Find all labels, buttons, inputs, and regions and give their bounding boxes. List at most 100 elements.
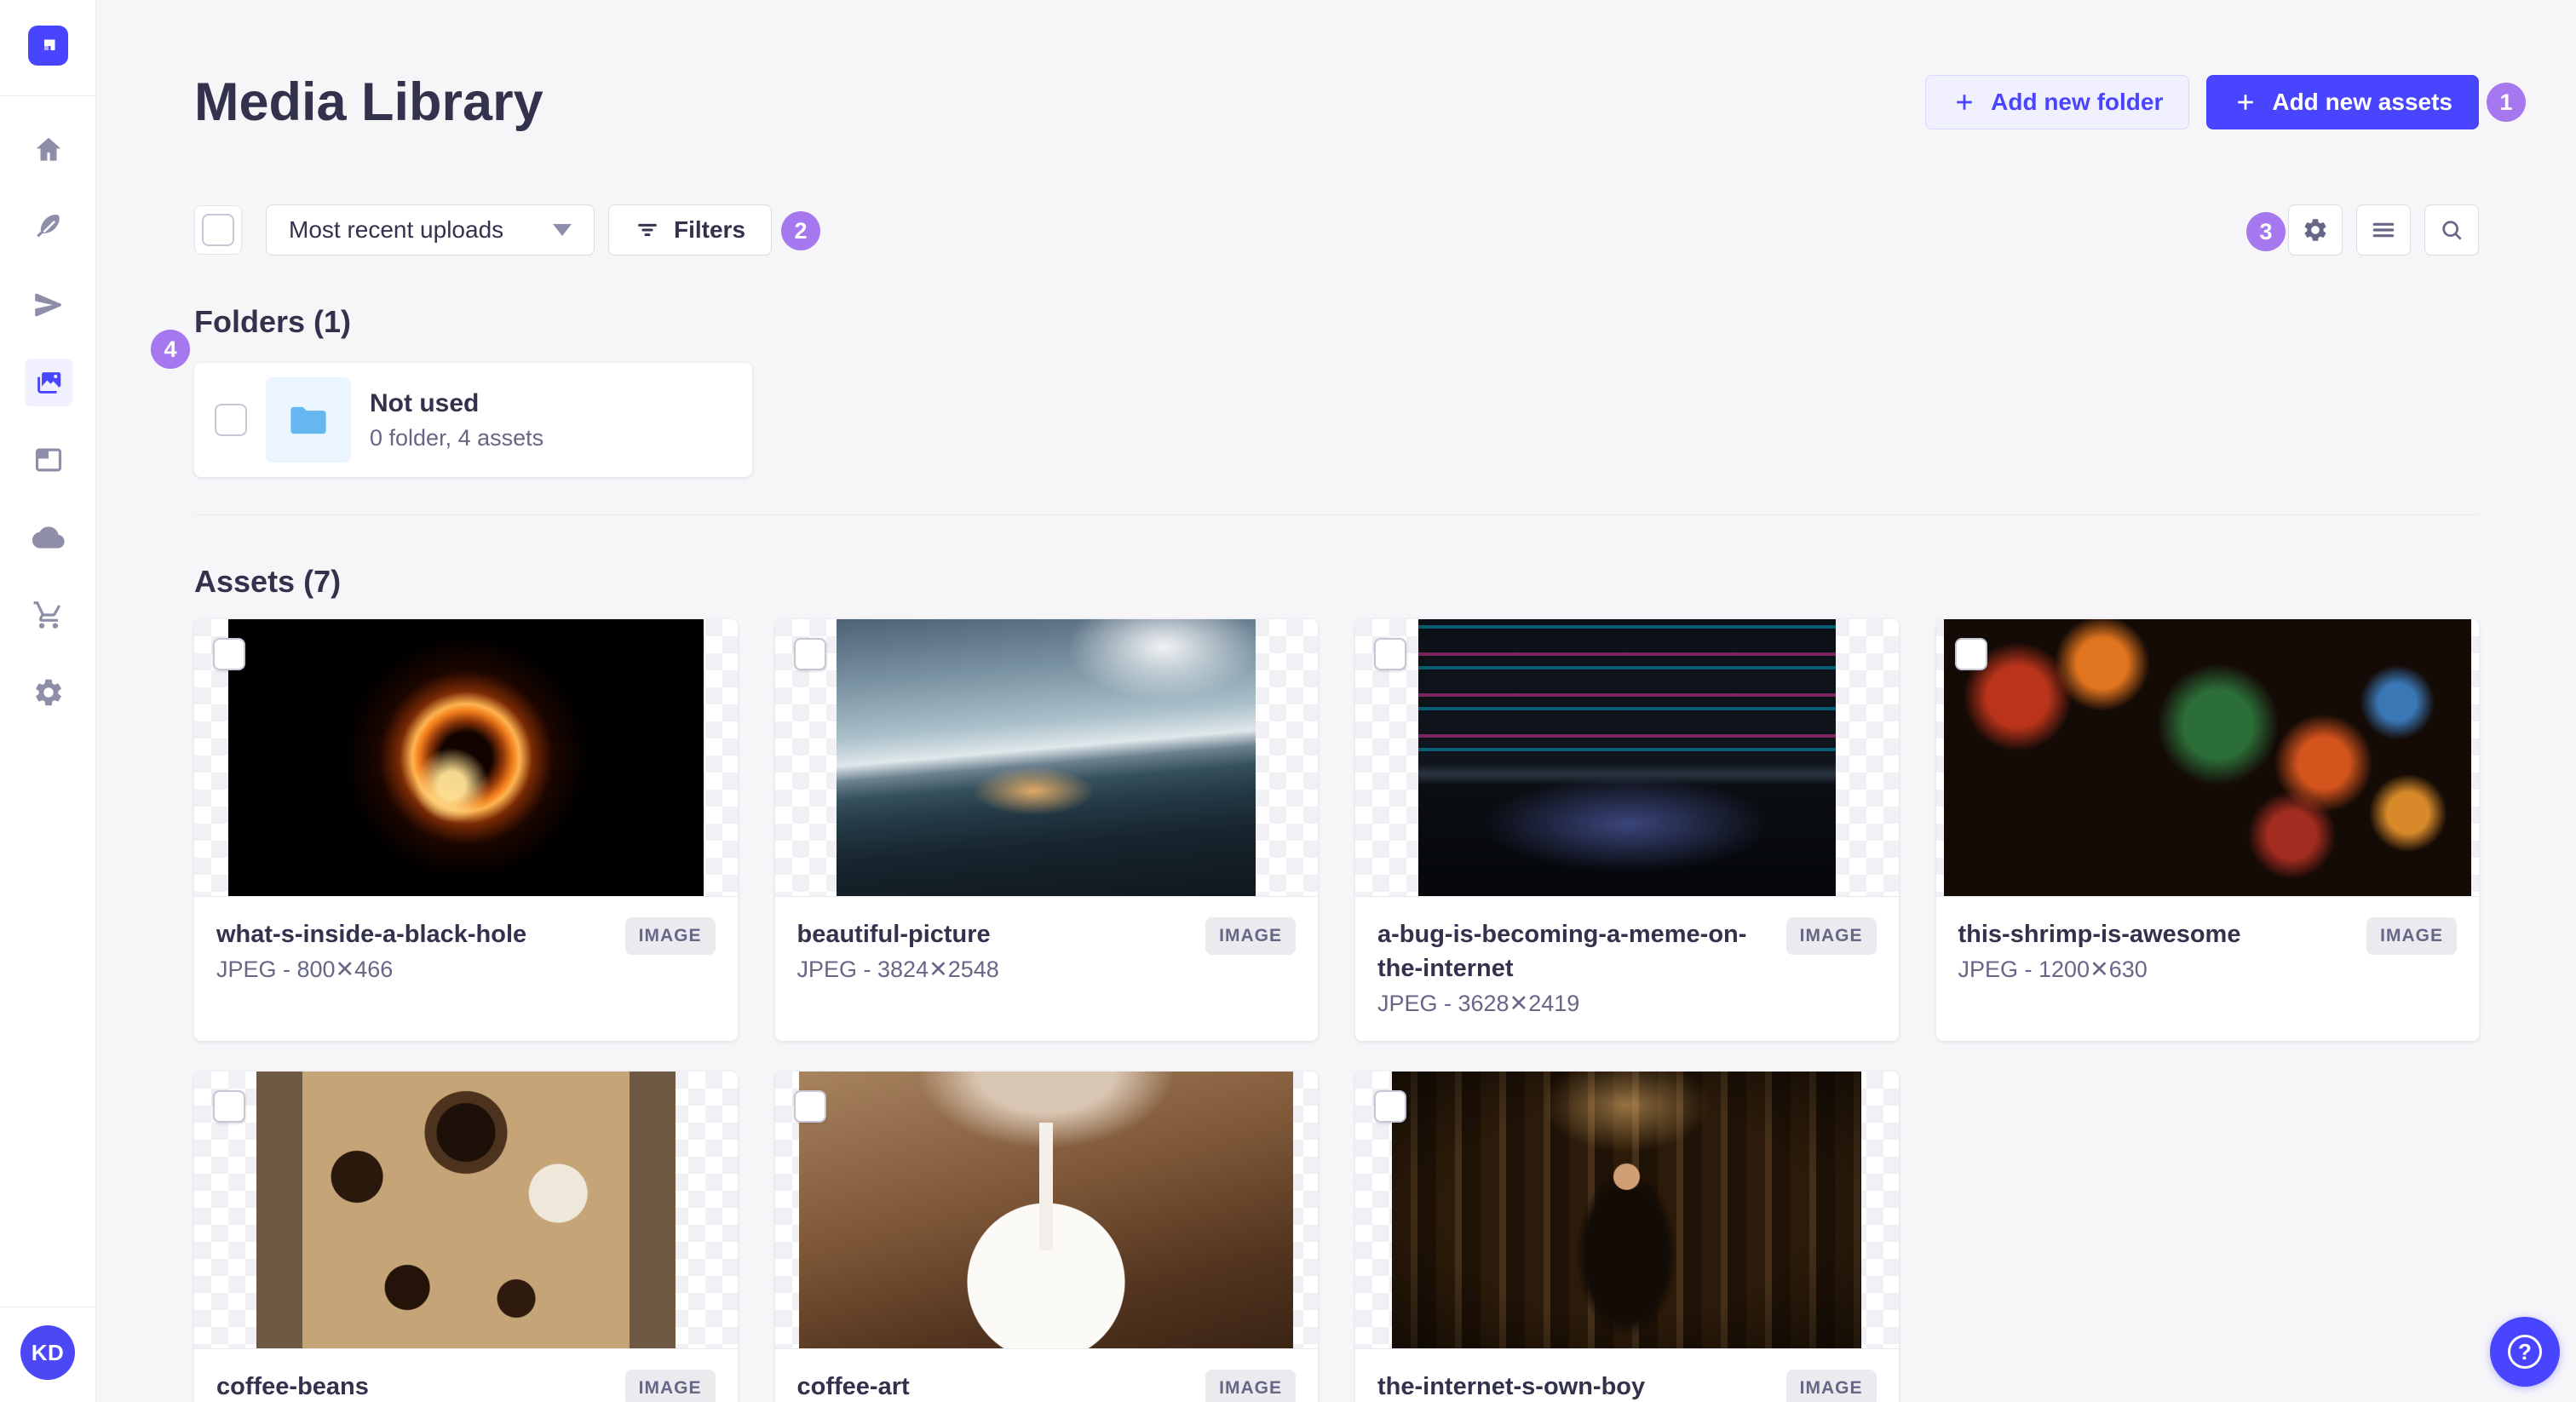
asset-type-badge: IMAGE — [1785, 1370, 1877, 1402]
gear-icon — [2304, 219, 2326, 241]
asset-thumbnail — [1935, 619, 2479, 896]
asset-checkbox[interactable] — [793, 1090, 826, 1123]
asset-info: a-bug-is-becoming-a-meme-on-the-internet… — [1377, 917, 1786, 1017]
folder-card[interactable]: Not used 0 folder, 4 assets — [194, 363, 752, 477]
filter-icon — [638, 223, 657, 237]
filters-label: Filters — [674, 216, 746, 243]
asset-image — [799, 1072, 1294, 1348]
sidebar-divider-top — [0, 95, 96, 96]
sidebar-item-cloud[interactable] — [25, 514, 72, 561]
add-new-folder-button[interactable]: Add new folder — [1925, 75, 2190, 129]
asset-card[interactable]: coffee-artJPEG - 5824✕3259IMAGE — [774, 1072, 1318, 1402]
strapi-logo-icon — [43, 39, 55, 50]
asset-checkbox[interactable] — [793, 638, 826, 670]
sidebar-item-home[interactable] — [25, 126, 72, 174]
asset-thumbnail — [194, 1072, 738, 1348]
add-new-folder-label: Add new folder — [1991, 89, 2164, 115]
folders-section-title: Folders (1) — [194, 304, 352, 339]
cart-icon — [33, 601, 60, 629]
som-badge-3: 3 — [2246, 212, 2286, 251]
sidebar-item-settings[interactable] — [25, 669, 72, 716]
add-new-assets-button[interactable]: Add new assets — [2206, 75, 2479, 129]
asset-card[interactable]: what-s-inside-a-black-hole JPEG - 800✕466… — [194, 619, 738, 1041]
asset-card[interactable]: this-shrimp-is-awesome JPEG - 1200✕630 IMA… — [1935, 619, 2479, 1041]
cloud-icon — [32, 526, 65, 549]
asset-thumbnail — [774, 1072, 1318, 1348]
chevron-down-icon — [553, 224, 572, 236]
asset-checkbox[interactable] — [213, 638, 245, 670]
asset-name: coffee-beans — [216, 1373, 369, 1400]
asset-info: what-s-inside-a-black-hole JPEG - 800✕466 — [216, 917, 625, 983]
asset-card-footer: beautiful-picture JPEG - 3824✕2548 IMAGE — [774, 896, 1318, 1032]
gear-icon — [35, 679, 61, 706]
toolbar: Most recent uploads Filters — [194, 204, 2479, 256]
asset-name: coffee-art — [796, 1373, 910, 1400]
asset-info: coffee-artJPEG - 5824✕3259 — [797, 1370, 1206, 1402]
asset-image — [1943, 619, 2471, 896]
folder-checkbox[interactable] — [215, 404, 247, 436]
sidebar-item-content-manager[interactable] — [25, 204, 72, 251]
asset-checkbox[interactable] — [1954, 638, 1987, 670]
asset-thumbnail — [1355, 1072, 1899, 1348]
asset-checkbox[interactable] — [1374, 638, 1406, 670]
strapi-logo[interactable] — [28, 26, 68, 66]
asset-checkbox[interactable] — [213, 1090, 245, 1123]
asset-name: the-internet-s-own-boy — [1377, 1373, 1646, 1400]
asset-type-badge: IMAGE — [1785, 917, 1877, 955]
sort-dropdown-value: Most recent uploads — [289, 216, 504, 243]
filters-button[interactable]: Filters — [608, 204, 773, 256]
layout-icon — [35, 448, 61, 472]
plus-icon — [1957, 95, 1972, 110]
search-icon — [2442, 221, 2462, 240]
asset-checkbox[interactable] — [1374, 1090, 1406, 1123]
asset-thumbnail — [1355, 619, 1899, 896]
select-all-tile[interactable] — [194, 205, 242, 255]
folder-icon — [290, 406, 326, 434]
page-title: Media Library — [194, 72, 543, 132]
asset-type-badge: IMAGE — [2366, 917, 2457, 955]
asset-card[interactable]: coffee-beansJPEG - 5021✕3347IMAGE — [194, 1072, 738, 1402]
settings-button[interactable] — [2288, 204, 2343, 256]
asset-card[interactable]: beautiful-picture JPEG - 3824✕2548 IMAGE — [774, 619, 1318, 1041]
sidebar: KD — [0, 0, 96, 1402]
folder-tile — [266, 377, 351, 463]
som-badge-2: 2 — [781, 211, 820, 250]
header-actions: Add new folder Add new assets — [1925, 75, 2479, 129]
asset-info: this-shrimp-is-awesome JPEG - 1200✕630 — [1958, 917, 2367, 983]
asset-info: coffee-beansJPEG - 5021✕3347 — [216, 1370, 625, 1402]
assets-section-title: Assets (7) — [194, 564, 342, 599]
asset-card-footer: this-shrimp-is-awesome JPEG - 1200✕630 IMA… — [1935, 896, 2479, 1032]
avatar[interactable]: KD — [20, 1325, 75, 1380]
asset-name: a-bug-is-becoming-a-meme-on-the-internet — [1377, 921, 1747, 982]
asset-info: beautiful-picture JPEG - 3824✕2548 — [797, 917, 1206, 983]
asset-type-badge: IMAGE — [624, 1370, 716, 1402]
select-all-checkbox[interactable] — [202, 214, 234, 246]
list-view-button[interactable] — [2356, 204, 2411, 256]
asset-meta: JPEG - 3824✕2548 — [796, 957, 999, 982]
asset-image — [1392, 1072, 1862, 1348]
asset-image — [837, 619, 1256, 896]
search-button[interactable] — [2424, 204, 2479, 256]
sidebar-item-releases[interactable] — [25, 281, 72, 329]
plus-icon — [2238, 95, 2254, 110]
asset-meta: JPEG - 800✕466 — [216, 957, 394, 982]
list-icon — [2372, 222, 2395, 238]
sort-dropdown[interactable]: Most recent uploads — [266, 204, 595, 256]
sidebar-item-media-library[interactable] — [24, 359, 72, 406]
asset-type-badge: IMAGE — [1205, 917, 1296, 955]
asset-name: beautiful-picture — [796, 921, 991, 948]
feather-icon — [36, 214, 60, 238]
asset-card[interactable]: a-bug-is-becoming-a-meme-on-the-internet… — [1355, 619, 1899, 1041]
asset-thumbnail — [774, 619, 1318, 896]
folder-info: Not used 0 folder, 4 assets — [370, 389, 543, 451]
som-badge-1: 1 — [2487, 83, 2526, 122]
asset-meta: JPEG - 3628✕2419 — [1377, 991, 1580, 1016]
folder-meta: 0 folder, 4 assets — [370, 424, 544, 451]
help-button[interactable]: ? — [2490, 1317, 2560, 1387]
asset-card-footer: the-internet-s-own-boyJPEG - 1200✕707IMA… — [1355, 1348, 1899, 1402]
sidebar-item-marketplace[interactable] — [25, 591, 72, 639]
page-header: Media Library Add new folder Add new ass… — [194, 0, 2479, 133]
sidebar-item-content-type-builder[interactable] — [25, 436, 72, 484]
main-content: Media Library Add new folder Add new ass… — [96, 0, 2576, 1402]
asset-card[interactable]: the-internet-s-own-boyJPEG - 1200✕707IMA… — [1355, 1072, 1899, 1402]
